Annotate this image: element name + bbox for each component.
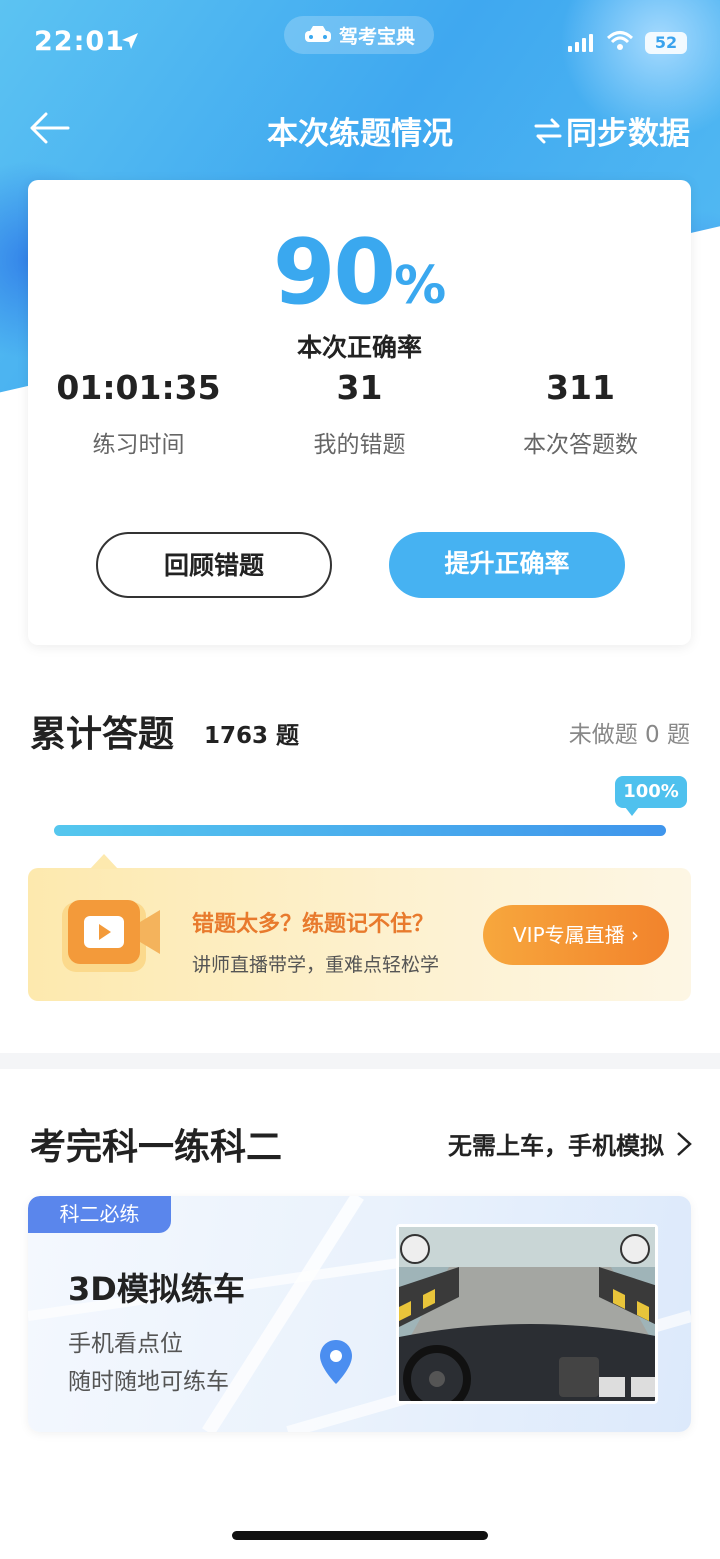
accuracy-value: 90	[272, 220, 396, 325]
home-indicator	[232, 1531, 488, 1540]
live-promo-banner[interactable]: 错题太多？练题记不住？ 讲师直播带学，重难点轻松学 VIP专属直播 ›	[28, 854, 691, 1001]
stat-value: 31	[336, 368, 383, 407]
stat-value: 311	[546, 368, 615, 407]
simulator-screenshot	[396, 1224, 658, 1404]
simulator-line-1: 手机看点位	[68, 1331, 183, 1357]
location-arrow-icon	[120, 31, 140, 55]
cumulative-title: 累计答题	[30, 714, 175, 755]
battery-indicator: 52	[645, 32, 687, 54]
app-pill[interactable]: 驾考宝典	[284, 16, 434, 54]
stat-practice-time: 01:01:35 练习时间	[28, 368, 249, 459]
nav-bar: 本次练题情况 同步数据	[0, 100, 720, 156]
chevron-right-icon: ›	[631, 923, 639, 947]
stat-label: 本次答题数	[523, 432, 638, 458]
review-wrong-button[interactable]: 回顾错题	[96, 532, 332, 598]
video-camera-icon	[60, 896, 164, 980]
simulator-card[interactable]: 科二必练 3D模拟练车 手机看点位 随时随地可练车	[28, 1196, 691, 1432]
promo-headline: 错题太多？练题记不住？	[192, 912, 435, 937]
sync-data-button[interactable]: 同步数据	[534, 108, 690, 153]
summary-card: 90% 本次正确率 01:01:35 练习时间 31 我的错题 311 本次答题…	[28, 180, 691, 645]
progress-badge: 100%	[615, 776, 687, 816]
wifi-icon	[606, 30, 634, 56]
kemu2-link[interactable]: 无需上车，手机模拟	[448, 1126, 692, 1161]
signal-icon	[568, 34, 594, 56]
stat-value: 01:01:35	[56, 368, 221, 407]
app-pill-label: 驾考宝典	[338, 25, 415, 48]
undone-count[interactable]: 未做题 0 题	[569, 715, 690, 749]
cumulative-count: 1763 题	[204, 723, 300, 749]
stat-label: 我的错题	[313, 432, 406, 458]
accuracy-rate: 90%	[28, 220, 691, 325]
kemu2-link-label: 无需上车，手机模拟	[448, 1132, 664, 1160]
accuracy-unit: %	[394, 256, 447, 316]
status-time: 22:01	[34, 26, 125, 57]
car-icon	[304, 26, 331, 42]
simulator-line-2: 随时随地可练车	[68, 1369, 229, 1395]
accuracy-label: 本次正确率	[296, 333, 422, 362]
swap-arrows-icon	[534, 118, 562, 143]
stat-answer-count: 311 本次答题数	[470, 368, 691, 459]
simulator-title: 3D模拟练车	[68, 1270, 245, 1308]
stat-label: 练习时间	[92, 432, 185, 458]
chevron-right-icon	[677, 1131, 692, 1156]
vip-live-label: VIP专属直播	[513, 923, 625, 947]
improve-accuracy-button[interactable]: 提升正确率	[389, 532, 625, 598]
status-bar: 22:01 驾考宝典 52	[0, 0, 720, 86]
stat-wrong-questions[interactable]: 31 我的错题	[249, 368, 470, 459]
kemu2-section-title: 考完科一练科二	[30, 1127, 283, 1168]
progress-fill	[54, 825, 666, 836]
section-divider	[0, 1053, 720, 1069]
progress-bar	[54, 825, 666, 836]
must-practice-tag: 科二必练	[28, 1196, 171, 1233]
sync-label: 同步数据	[566, 116, 690, 152]
promo-subline: 讲师直播带学，重难点轻松学	[192, 954, 440, 976]
map-pin-icon	[318, 1338, 354, 1390]
vip-live-button[interactable]: VIP专属直播 ›	[483, 905, 669, 965]
